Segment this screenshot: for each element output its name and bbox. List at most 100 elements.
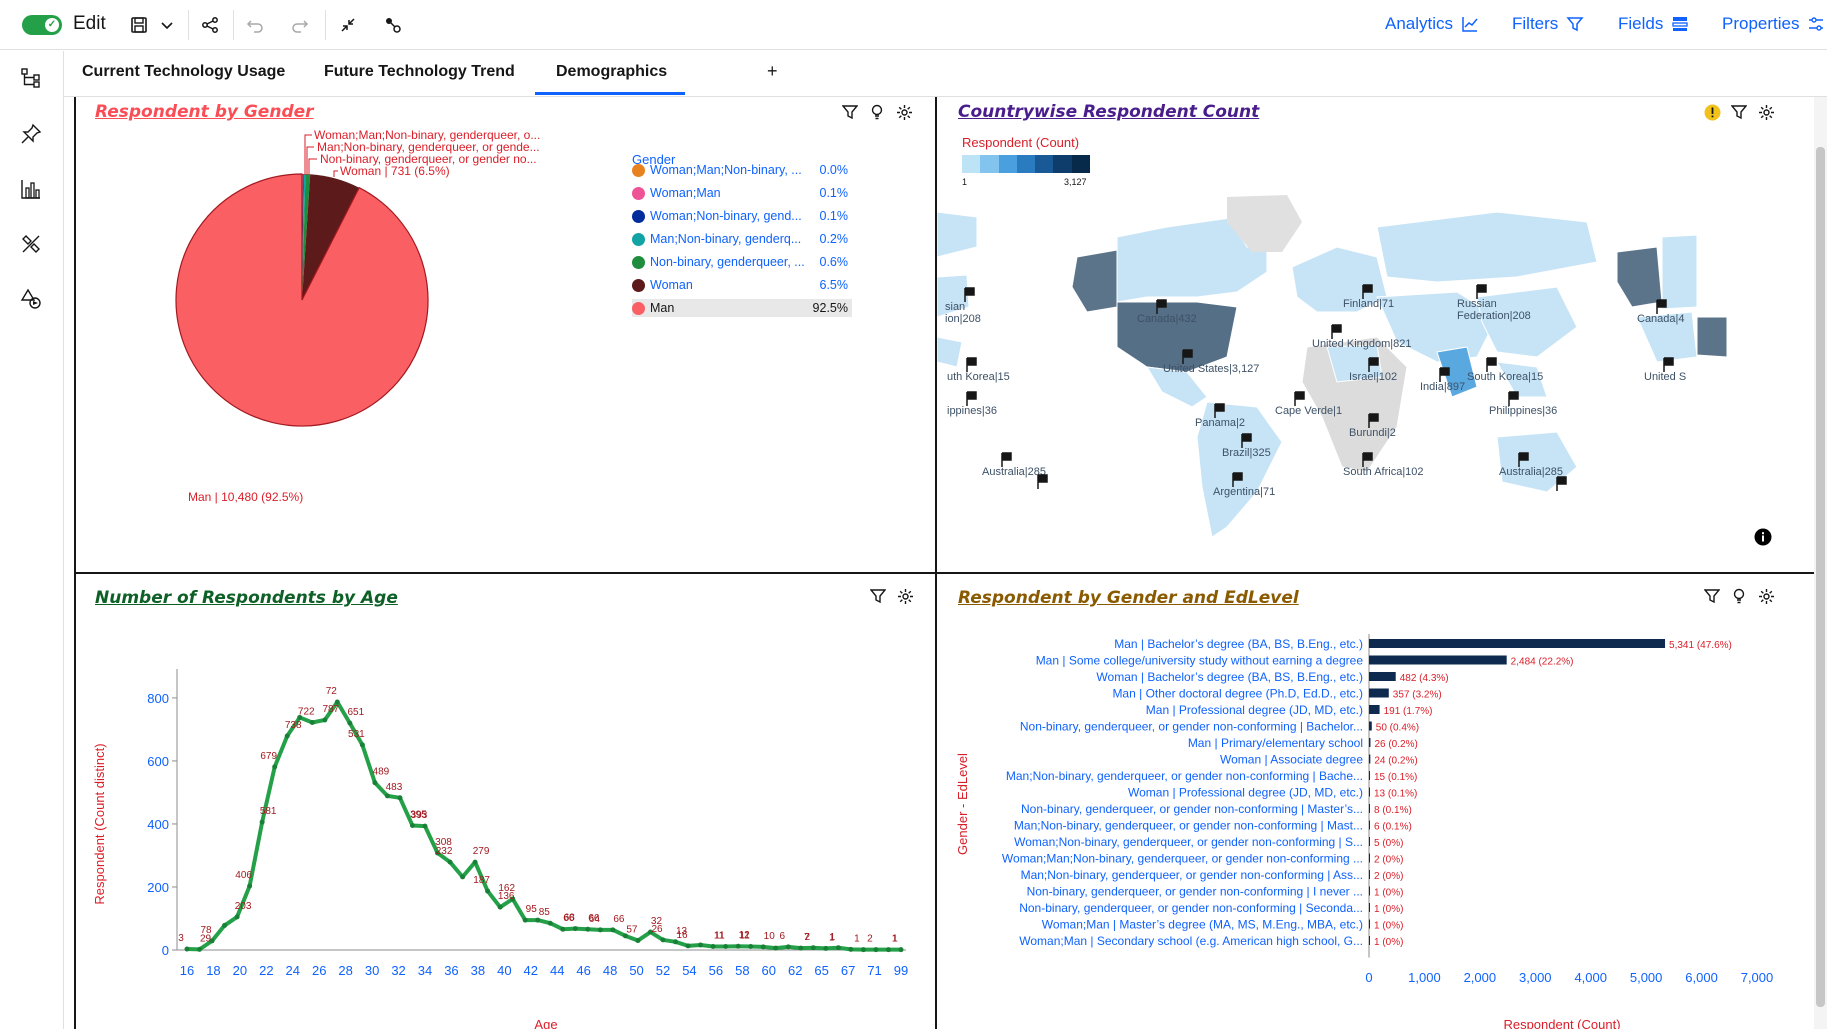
country-label: Israel|102 bbox=[1349, 371, 1397, 383]
filters-button[interactable]: Filters bbox=[1512, 14, 1584, 34]
connect-icon[interactable] bbox=[378, 10, 408, 40]
bar bbox=[1369, 936, 1370, 945]
x-tick-label: 34 bbox=[418, 963, 432, 978]
bar bbox=[1369, 705, 1380, 714]
country-label: Finland|71 bbox=[1343, 298, 1394, 310]
bar-chart-icon[interactable] bbox=[18, 176, 44, 202]
bar-label: 26 (0.2%) bbox=[1374, 739, 1417, 750]
x-tick-label: 58 bbox=[735, 963, 749, 978]
callout-line bbox=[308, 158, 317, 175]
y-tick-label: 800 bbox=[147, 691, 169, 706]
top-toolbar: ✓ Edit Analytics Filters Fields Properti… bbox=[0, 0, 1827, 50]
data-point bbox=[272, 764, 278, 770]
tab-demographics[interactable]: Demographics bbox=[556, 63, 667, 81]
bar bbox=[1369, 738, 1371, 747]
tools-icon[interactable] bbox=[18, 231, 44, 257]
category-label: Man | Bachelor’s degree (BA, BS, B.Eng.,… bbox=[1114, 637, 1363, 651]
legend-label: Woman;Non-binary, gend... bbox=[650, 209, 802, 223]
legend-item[interactable]: Woman;Man 0.1% bbox=[632, 184, 852, 202]
country-label: India|897 bbox=[1420, 381, 1465, 393]
x-axis-label: Age bbox=[534, 1017, 557, 1029]
data-label: 393 bbox=[411, 810, 428, 821]
x-tick-label: 18 bbox=[206, 963, 220, 978]
tab-future-technology-trend[interactable]: Future Technology Trend bbox=[324, 63, 515, 81]
fields-button[interactable]: Fields bbox=[1618, 14, 1689, 34]
category-label: Non-binary, genderqueer, or gender non-c… bbox=[1021, 802, 1363, 816]
settings-icon[interactable] bbox=[894, 102, 914, 122]
country-label: Cape Verde|1 bbox=[1275, 405, 1342, 417]
x-tick-label: 20 bbox=[233, 963, 247, 978]
data-label: 483 bbox=[386, 782, 403, 793]
bar bbox=[1369, 886, 1370, 896]
share-icon[interactable] bbox=[195, 10, 225, 40]
analytics-button[interactable]: Analytics bbox=[1385, 14, 1479, 34]
tab-current-technology-usage[interactable]: Current Technology Usage bbox=[82, 63, 285, 81]
collapse-icon[interactable] bbox=[333, 10, 363, 40]
data-label: 581 bbox=[260, 806, 277, 817]
analytics-label: Analytics bbox=[1385, 14, 1454, 33]
country-shape bbox=[1661, 234, 1698, 310]
shapes-icon[interactable] bbox=[18, 286, 44, 312]
undo-icon[interactable] bbox=[240, 10, 270, 40]
data-label: 16 bbox=[676, 930, 688, 941]
category-label: Man;Non-binary, genderqueer, or gender n… bbox=[1014, 819, 1363, 833]
category-label: Non-binary, genderqueer, or gender non-c… bbox=[1020, 720, 1363, 734]
data-point bbox=[685, 943, 691, 949]
properties-button[interactable]: Properties bbox=[1722, 14, 1825, 34]
x-tick-label: 52 bbox=[656, 963, 670, 978]
legend-item[interactable]: Non-binary, genderqueer, ... 0.6% bbox=[632, 253, 852, 271]
data-label: 651 bbox=[347, 707, 364, 718]
bar-label: 482 (4.3%) bbox=[1400, 673, 1449, 684]
edit-toggle[interactable]: ✓ bbox=[22, 15, 62, 35]
legend-item[interactable]: Man;Non-binary, genderq... 0.2% bbox=[632, 230, 852, 248]
add-tab-button[interactable]: + bbox=[767, 61, 778, 82]
legend-value: 0.1% bbox=[819, 186, 849, 200]
legend-item[interactable]: Woman;Man;Non-binary, ... 0.0% bbox=[632, 161, 852, 179]
lightbulb-icon[interactable] bbox=[867, 102, 887, 122]
bar-label: 191 (1.7%) bbox=[1384, 706, 1433, 717]
info-icon[interactable] bbox=[1753, 527, 1773, 547]
fields-icon bbox=[1672, 17, 1689, 31]
chevron-down-icon[interactable] bbox=[152, 10, 182, 40]
legend-swatch bbox=[632, 255, 645, 269]
edit-label: Edit bbox=[73, 13, 106, 34]
bar bbox=[1369, 870, 1370, 879]
edlevel-bar-chart: Man | Bachelor’s degree (BA, BS, B.Eng.,… bbox=[955, 634, 1773, 1029]
data-point bbox=[472, 859, 478, 865]
x-tick-label: 56 bbox=[709, 963, 723, 978]
data-label: 187 bbox=[473, 875, 490, 886]
data-label: 406 bbox=[235, 870, 252, 881]
category-label: Woman;Non-binary, genderqueer, or gender… bbox=[1014, 835, 1363, 849]
world-map[interactable]: sianion|208 Canada|432 Finland|71 RussianFe… bbox=[937, 97, 1814, 572]
filter-icon[interactable] bbox=[840, 102, 860, 122]
category-label: Man | Professional degree (JD, MD, etc.) bbox=[1146, 703, 1363, 717]
country-label: Federation|208 bbox=[1457, 310, 1531, 322]
scrollbar-thumb[interactable] bbox=[1816, 147, 1825, 1007]
x-tick-label: 42 bbox=[524, 963, 538, 978]
vertical-scrollbar[interactable] bbox=[1814, 97, 1827, 1029]
legend-item[interactable]: Man 92.5% bbox=[632, 299, 852, 317]
data-point bbox=[810, 945, 816, 951]
x-tick-label: 1,000 bbox=[1408, 970, 1441, 985]
x-tick-label: 3,000 bbox=[1519, 970, 1552, 985]
data-label: 11 bbox=[714, 931, 725, 942]
y-tick-label: 200 bbox=[147, 880, 169, 895]
save-icon[interactable] bbox=[124, 10, 154, 40]
country-label: Brazil|325 bbox=[1222, 447, 1271, 459]
bar bbox=[1369, 820, 1370, 830]
bar-label: 1 (0%) bbox=[1374, 937, 1403, 948]
data-point bbox=[347, 720, 353, 726]
pin-icon[interactable] bbox=[18, 121, 44, 147]
category-label: Non-binary, genderqueer, or gender non-c… bbox=[1027, 885, 1363, 899]
redo-icon[interactable] bbox=[285, 10, 315, 40]
data-label: 162 bbox=[498, 883, 515, 894]
legend-item[interactable]: Woman;Non-binary, gend... 0.1% bbox=[632, 207, 852, 225]
bar bbox=[1369, 672, 1396, 681]
country-label: Canada|432 bbox=[1137, 313, 1197, 325]
legend-label: Non-binary, genderqueer, ... bbox=[650, 255, 805, 269]
data-point bbox=[798, 945, 804, 951]
legend-item[interactable]: Woman 6.5% bbox=[632, 276, 852, 294]
data-point bbox=[823, 945, 829, 951]
tree-icon[interactable] bbox=[18, 65, 44, 91]
chart-icon bbox=[1462, 17, 1478, 32]
